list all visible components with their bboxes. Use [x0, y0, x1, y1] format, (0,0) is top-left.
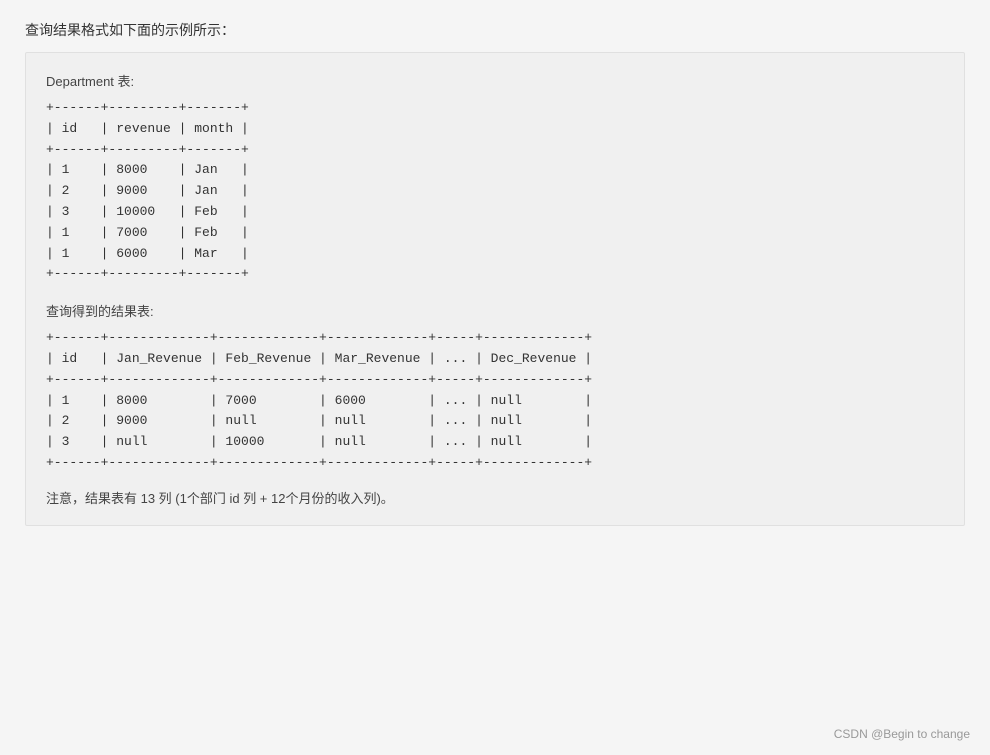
result-table: +------+-------------+-------------+----…	[46, 328, 944, 474]
footer-note: 注意，结果表有 13 列 (1个部门 id 列 + 12个月份的收入列)。	[46, 488, 944, 507]
page-container: 查询结果格式如下面的示例所示： Department 表: +------+--…	[0, 0, 990, 755]
spacer	[46, 285, 944, 301]
department-label: Department 表:	[46, 71, 944, 90]
result-label: 查询得到的结果表:	[46, 301, 944, 320]
content-box: Department 表: +------+---------+-------+…	[25, 52, 965, 526]
attribution: CSDN @Begin to change	[834, 727, 970, 741]
department-table: +------+---------+-------+ | id | revenu…	[46, 98, 944, 285]
intro-text: 查询结果格式如下面的示例所示：	[25, 20, 965, 40]
